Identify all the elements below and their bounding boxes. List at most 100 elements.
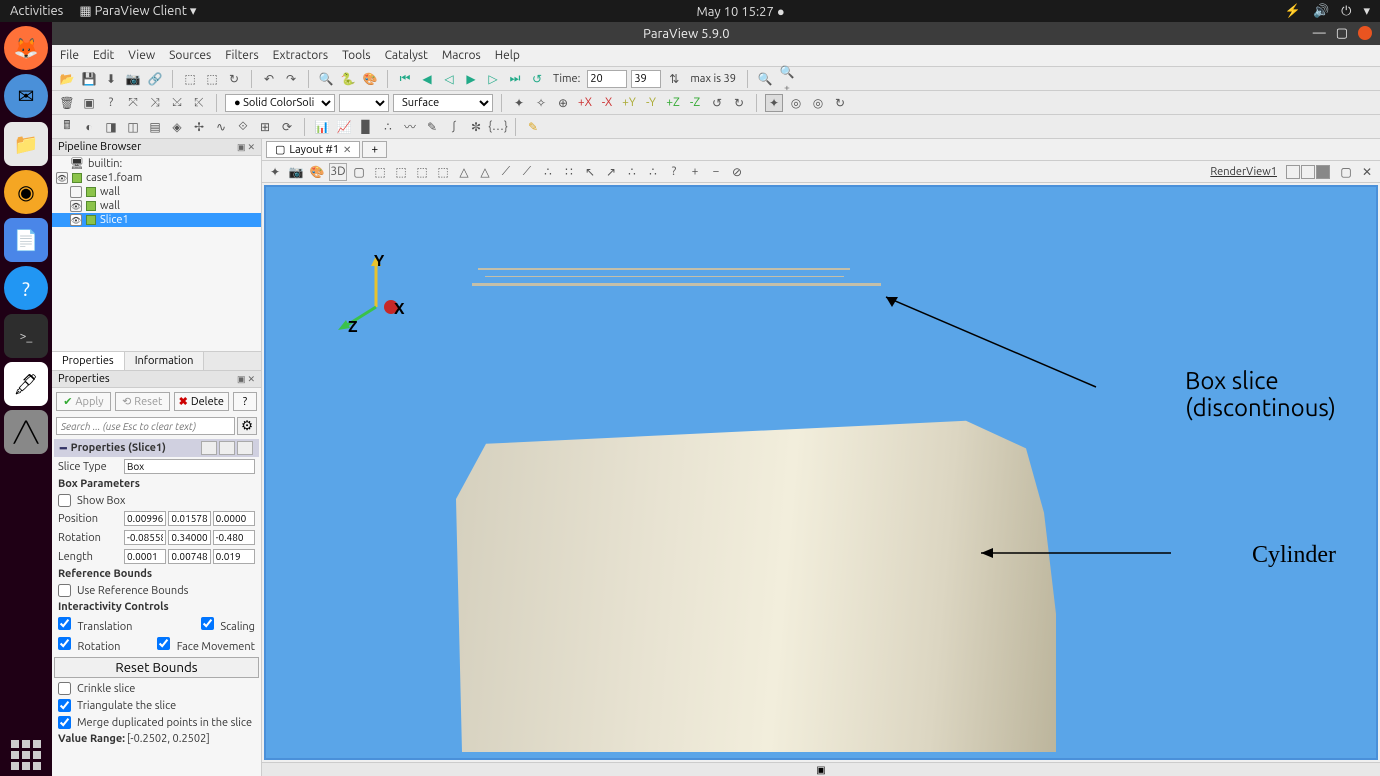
close-panel-icon[interactable]: ✕ (247, 142, 255, 153)
prev-frame-icon[interactable]: ◀ (418, 70, 436, 88)
view-nz-icon[interactable]: -Z (686, 94, 704, 112)
add-layout-button[interactable]: + (362, 141, 387, 158)
pipeline-item-builtin[interactable]: 🖥builtin: (52, 156, 261, 171)
translation-checkbox[interactable] (58, 617, 71, 630)
section-properties-slice[interactable]: ━ Properties (Slice1) (54, 439, 259, 457)
clock[interactable]: May 10 15:27 ● (196, 4, 1284, 19)
position-z-input[interactable] (213, 511, 255, 526)
layout-tab-1[interactable]: ▢ Layout #1 ✕ (266, 141, 360, 158)
brackets-icon[interactable]: {…} (489, 118, 507, 136)
connect-icon[interactable]: 🔗 (146, 70, 164, 88)
length-x-input[interactable] (124, 549, 166, 564)
tab-information[interactable]: Information (125, 352, 205, 370)
scaling-checkbox[interactable] (201, 617, 214, 630)
menu-catalyst[interactable]: Catalyst (385, 49, 428, 62)
maximize-view-icon[interactable]: ▢ (1337, 163, 1355, 181)
axis-icon[interactable]: ✦ (266, 163, 284, 181)
length-y-input[interactable] (168, 549, 210, 564)
close-icon[interactable] (1358, 26, 1372, 40)
mode-3d-button[interactable]: 3D (329, 163, 347, 181)
play-back-icon[interactable]: ◁ (440, 70, 458, 88)
paraview-icon[interactable]: ╱╲ (4, 410, 48, 454)
minimize-icon[interactable]: — (1313, 26, 1326, 41)
representation-combo[interactable]: Surface (393, 94, 493, 112)
help-button[interactable]: ? (233, 392, 257, 411)
bbox-icon[interactable]: ▢ (350, 163, 368, 181)
thunderbird-icon[interactable]: ✉ (4, 74, 48, 118)
zoom-plus-icon[interactable]: 🔍₊ (778, 70, 796, 88)
cube-icon[interactable]: ▣ (80, 94, 98, 112)
find-data-icon[interactable]: 🔍 (317, 70, 335, 88)
line-icon[interactable]: 〰 (401, 118, 419, 136)
restore-icon[interactable] (237, 441, 253, 455)
axes3-icon[interactable]: ⤩ (168, 94, 186, 112)
dock-icon[interactable]: ▣ (237, 142, 246, 153)
position-x-input[interactable] (124, 511, 166, 526)
delete-button[interactable]: ✖Delete (174, 392, 229, 411)
files-icon[interactable]: 📁 (4, 122, 48, 166)
time-current-input[interactable] (587, 70, 627, 88)
glyph-icon[interactable]: ✢ (190, 118, 208, 136)
apply-button[interactable]: ✔Apply (56, 392, 111, 411)
next-frame-icon[interactable]: ⏭ (506, 70, 524, 88)
view-py-icon[interactable]: +Y (620, 94, 638, 112)
scatter-icon[interactable]: ∴ (379, 118, 397, 136)
save-data-icon[interactable]: ⬇ (102, 70, 120, 88)
sel5-icon[interactable]: △ (455, 163, 473, 181)
pipeline-browser[interactable]: 🖥builtin: 👁 case1.foam wall 👁 wall (52, 156, 261, 351)
bar-icon[interactable]: ▉ (357, 118, 375, 136)
sel14-icon[interactable]: ∴ (644, 163, 662, 181)
firefox-icon[interactable]: 🦊 (4, 26, 48, 70)
position-y-input[interactable] (168, 511, 210, 526)
slice-icon[interactable]: ◫ (124, 118, 142, 136)
activities-button[interactable]: Activities (10, 4, 63, 18)
slice-type-input[interactable] (124, 459, 255, 474)
help-icon[interactable]: ? (4, 266, 48, 310)
close-tab-icon[interactable]: ✕ (343, 144, 351, 156)
sel11-icon[interactable]: ↖ (581, 163, 599, 181)
time-end-input[interactable] (631, 70, 661, 88)
play-fwd-icon[interactable]: ▷ (484, 70, 502, 88)
sel2-icon[interactable]: ⬚ (392, 163, 410, 181)
pencil-icon[interactable]: ✎ (524, 118, 542, 136)
coloring-combo[interactable]: ● Solid ColorSolid Color (225, 94, 335, 112)
sel12-icon[interactable]: ↗ (602, 163, 620, 181)
zoom-closest-icon[interactable]: ⊕ (554, 94, 572, 112)
sel18-icon[interactable]: ⊘ (728, 163, 746, 181)
calc-icon[interactable]: 🖩 (58, 118, 76, 136)
reset-camera-icon[interactable]: ✦ (510, 94, 528, 112)
show-apps-icon[interactable] (11, 740, 41, 770)
clip-icon[interactable]: ◨ (102, 118, 120, 136)
rotation-z-input[interactable] (213, 530, 255, 545)
rot90cw-icon[interactable]: ↻ (730, 94, 748, 112)
use-ref-bounds-checkbox[interactable] (58, 584, 71, 597)
threshold-icon[interactable]: ▤ (146, 118, 164, 136)
extract-icon[interactable]: ◈ (168, 118, 186, 136)
menu-tools[interactable]: Tools (342, 49, 371, 62)
rhythmbox-icon[interactable]: ◉ (4, 170, 48, 214)
sel9-icon[interactable]: ∴ (539, 163, 557, 181)
first-frame-icon[interactable]: ⏮ (396, 70, 414, 88)
terminal-icon[interactable]: >_ (4, 314, 48, 358)
view-nx-icon[interactable]: -X (598, 94, 616, 112)
sel6-icon[interactable]: △ (476, 163, 494, 181)
histogram-icon[interactable]: 📈 (335, 118, 353, 136)
pipeline-item-wall2[interactable]: 👁 wall (52, 199, 261, 213)
sel1-icon[interactable]: ⬚ (371, 163, 389, 181)
reset-button[interactable]: ⟲Reset (115, 392, 170, 411)
target3-icon[interactable]: ↻ (831, 94, 849, 112)
zoom-icon[interactable]: 🔍 (756, 70, 774, 88)
menu-sources[interactable]: Sources (169, 49, 211, 62)
volume-icon[interactable]: 🔊 (1313, 4, 1329, 19)
disconnect-icon[interactable]: ⬚ (181, 70, 199, 88)
pipeline-item-slice1[interactable]: 👁 Slice1 (52, 213, 261, 227)
undo-icon[interactable]: ↶ (260, 70, 278, 88)
target2-icon[interactable]: ◎ (809, 94, 827, 112)
palette2-icon[interactable]: 🎨 (308, 163, 326, 181)
show-box-checkbox[interactable] (58, 494, 71, 507)
loop-icon[interactable]: ↺ (528, 70, 546, 88)
menu-help[interactable]: Help (495, 49, 520, 62)
copy-icon[interactable] (201, 441, 217, 455)
target-icon[interactable]: ◎ (787, 94, 805, 112)
menu-edit[interactable]: Edit (93, 49, 114, 62)
